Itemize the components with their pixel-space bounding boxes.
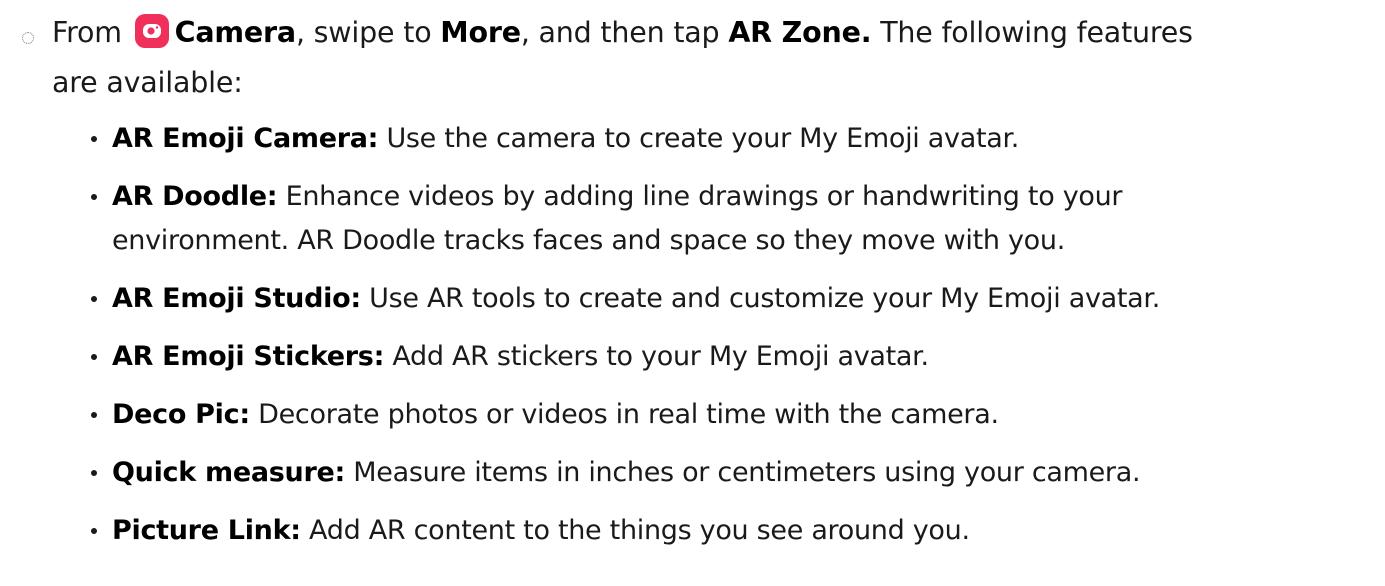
camera-app-name: Camera — [174, 16, 296, 49]
bullet-icon — [91, 354, 97, 360]
list-item: Picture Link: Add AR content to the thin… — [0, 509, 1385, 553]
list-item: Deco Pic: Decorate photos or videos in r… — [0, 393, 1385, 437]
bullet-icon — [91, 194, 97, 200]
list-item: AR Doodle: Enhance videos by adding line… — [0, 175, 1385, 263]
list-item: Quick measure: Measure items in inches o… — [0, 451, 1385, 495]
feature-description: Add AR content to the things you see aro… — [309, 515, 970, 546]
bullet-icon — [91, 528, 97, 534]
step-middle-1: , swipe to — [295, 16, 432, 49]
feature-description: Enhance videos by adding line drawings o… — [285, 181, 1123, 212]
bullet-icon — [91, 412, 97, 418]
step-marker-icon — [22, 32, 34, 44]
feature-title: Quick measure: — [112, 457, 345, 488]
ar-zone-label: AR Zone. — [728, 16, 872, 49]
feature-title: AR Emoji Camera: — [112, 123, 379, 154]
list-item: AR Emoji Stickers: Add AR stickers to yo… — [0, 335, 1385, 379]
step-prefix: From — [52, 16, 122, 49]
list-item: AR Emoji Camera: Use the camera to creat… — [0, 117, 1385, 161]
document-page: From Camera, swipe to More, and then tap… — [0, 0, 1385, 586]
feature-title: Picture Link: — [112, 515, 301, 546]
bullet-icon — [91, 470, 97, 476]
camera-glyph-icon — [142, 24, 161, 38]
feature-title: AR Emoji Stickers: — [112, 341, 385, 372]
feature-description: Use AR tools to create and customize you… — [369, 283, 1161, 314]
feature-title: Deco Pic: — [112, 399, 250, 430]
step-middle-2: , and then tap — [520, 16, 720, 49]
step-line2: are available: — [52, 66, 243, 99]
feature-description: Use the camera to create your My Emoji a… — [386, 123, 1020, 154]
feature-list: AR Emoji Camera: Use the camera to creat… — [0, 117, 1385, 567]
bullet-icon — [91, 136, 97, 142]
feature-title: AR Emoji Studio: — [112, 283, 361, 314]
feature-description-line2: environment. AR Doodle tracks faces and … — [112, 225, 1065, 256]
step-text: From Camera, swipe to More, and then tap… — [52, 8, 1362, 108]
step-line1-end: The following features — [880, 16, 1193, 49]
more-label: More — [440, 16, 521, 49]
feature-title: AR Doodle: — [112, 181, 278, 212]
feature-description: Add AR stickers to your My Emoji avatar. — [392, 341, 929, 372]
bullet-icon — [91, 296, 97, 302]
feature-description: Measure items in inches or centimeters u… — [353, 457, 1141, 488]
feature-description: Decorate photos or videos in real time w… — [258, 399, 999, 430]
camera-app-icon — [134, 14, 169, 48]
list-item: AR Emoji Studio: Use AR tools to create … — [0, 277, 1385, 321]
